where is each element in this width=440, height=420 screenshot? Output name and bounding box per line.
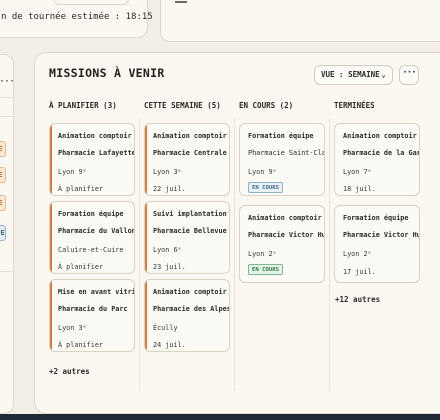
mission-city: Lyon 2ᵉ — [343, 250, 372, 258]
pharmacy-name: Pharmacie du Vallon — [58, 227, 135, 235]
mission-card[interactable]: Animation comptoir Pharmacie des Alpes É… — [144, 279, 230, 352]
column-header-this-week: CETTE SEMAINE (5) — [144, 101, 221, 110]
column-divider — [139, 119, 140, 391]
mission-card[interactable]: Animation comptoir Pharmacie Lafayette L… — [49, 123, 135, 196]
pharmacy-name: Pharmacie Bellevue — [153, 227, 227, 235]
status-chip: E — [0, 167, 6, 183]
mission-city: Lyon 9ᵉ — [58, 168, 87, 176]
mission-card[interactable]: Formation équipe Pharmacie Victor Hugo L… — [334, 205, 420, 283]
upcoming-missions-panel: MISSIONS À VENIR VUE : SEMAINE ⌄ ··· À P… — [34, 52, 440, 414]
left-panel-fragment: ··· E E E NE — [0, 54, 15, 414]
card-icon — [175, 1, 187, 3]
column-header-done: TERMINÉES — [334, 101, 375, 110]
pharmacy-name: Pharmacie Victor Hugo — [343, 231, 420, 239]
route-summary-card: n de tournée estimée : 18:15 — [0, 0, 153, 38]
mission-date: 18 juil. — [343, 185, 376, 193]
top-right-card — [160, 0, 440, 42]
pharmacy-name: Pharmacie Saint-Clair — [248, 149, 324, 157]
mission-card[interactable]: Suivi implantation Pharmacie Bellevue Ly… — [144, 201, 230, 274]
bottom-bar — [0, 414, 440, 420]
panel-title: MISSIONS À VENIR — [49, 66, 165, 80]
mission-type: Formation équipe — [343, 214, 409, 222]
divider — [0, 116, 15, 117]
mission-date: 22 juil. — [153, 185, 186, 193]
column-divider — [234, 119, 235, 391]
pharmacy-name: Pharmacie du Parc — [58, 305, 128, 313]
chevron-down-icon: ⌄ — [381, 70, 386, 79]
more-missions-link[interactable]: +12 autres — [335, 295, 380, 304]
estimated-end-time: n de tournée estimée : 18:15 — [1, 12, 153, 22]
mission-date: 24 juil. — [153, 341, 186, 349]
mission-type: Formation équipe — [248, 132, 314, 140]
mission-type: Suivi implantation — [153, 210, 227, 218]
mission-city: Caluire-et-Cuire — [58, 246, 124, 254]
mission-city: Lyon 3ᵉ — [153, 168, 182, 176]
route-summary-pill[interactable] — [53, 0, 129, 5]
mission-city: Lyon 2ᵉ — [248, 250, 277, 258]
mission-city: Lyon 3ᵉ — [58, 324, 87, 332]
mission-date: 17 juil. — [343, 268, 376, 276]
mission-status: À planifier — [58, 185, 104, 193]
mission-type: Animation comptoir — [58, 132, 132, 140]
mission-type: Mise en avant vitrine — [58, 288, 135, 296]
divider — [0, 97, 15, 98]
status-chip: E — [0, 141, 6, 157]
pharmacy-name: Pharmacie Victor Hugo — [248, 231, 325, 239]
pharmacy-name: Pharmacie de la Gare — [343, 149, 420, 157]
divider — [0, 271, 15, 272]
view-select[interactable]: VUE : SEMAINE ⌄ — [314, 65, 393, 85]
pharmacy-name: Pharmacie Lafayette — [58, 149, 135, 157]
mission-status: À planifier — [58, 341, 104, 349]
mission-type: Animation comptoir — [153, 288, 227, 296]
mission-date: 23 juil. — [153, 263, 186, 271]
view-select-label: VUE : SEMAINE — [321, 70, 380, 79]
mission-card[interactable]: Animation comptoir Pharmacie de la Gare … — [334, 123, 420, 196]
mission-card[interactable]: Animation comptoir Pharmacie Centrale Ly… — [144, 123, 230, 196]
mission-card[interactable]: Formation équipe Pharmacie Saint-Clair L… — [239, 123, 325, 196]
status-chip: E — [0, 195, 6, 211]
column-header-to-plan: À PLANIFIER (3) — [49, 101, 117, 110]
mission-type: Formation équipe — [58, 210, 124, 218]
status-badge: EN COURS — [248, 264, 283, 275]
mission-card[interactable]: Formation équipe Pharmacie du Vallon Cal… — [49, 201, 135, 274]
pharmacy-name: Pharmacie Centrale — [153, 149, 227, 157]
more-dots-icon[interactable]: ··· — [0, 76, 15, 87]
pharmacy-name: Pharmacie des Alpes — [153, 305, 230, 313]
mission-city: Lyon 9ᵉ — [248, 168, 277, 176]
mission-card[interactable]: Animation comptoir Pharmacie Victor Hugo… — [239, 205, 325, 283]
mission-city: Lyon 7ᵉ — [343, 168, 372, 176]
mission-type: Animation comptoir — [248, 214, 322, 222]
column-divider — [329, 119, 330, 391]
mission-status: À planifier — [58, 263, 104, 271]
column-header-in-progress: EN COURS (2) — [239, 101, 294, 110]
mission-card[interactable]: Mise en avant vitrine Pharmacie du Parc … — [49, 279, 135, 352]
more-options-button[interactable]: ··· — [399, 65, 419, 85]
status-badge: EN COURS — [248, 182, 283, 193]
mission-city: Écully — [153, 324, 178, 332]
more-missions-link[interactable]: +2 autres — [49, 367, 90, 376]
mission-city: Lyon 6ᵉ — [153, 246, 182, 254]
status-chip: NE — [0, 225, 6, 241]
mission-type: Animation comptoir — [343, 132, 417, 140]
mission-type: Animation comptoir — [153, 132, 227, 140]
